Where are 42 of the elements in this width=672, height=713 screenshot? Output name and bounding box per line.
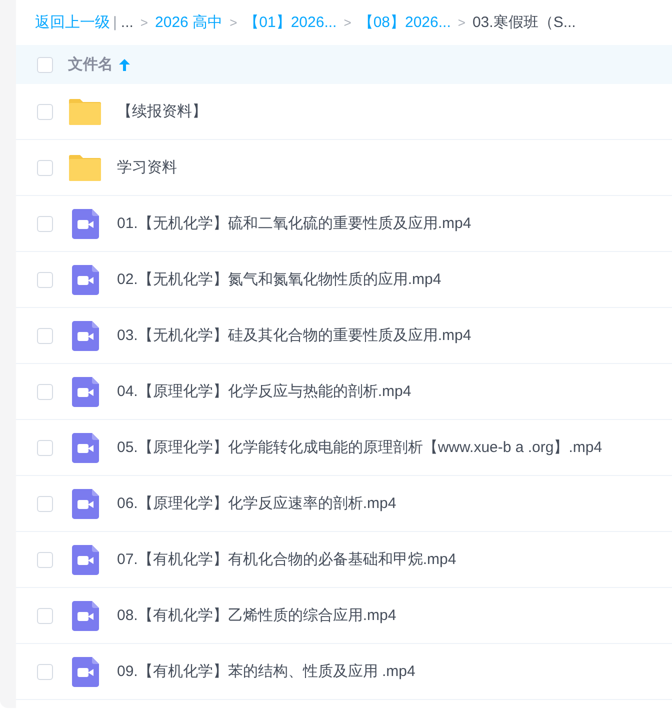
- folder-icon: [69, 154, 101, 180]
- video-file-icon: [72, 544, 98, 574]
- checkbox[interactable]: [37, 272, 53, 288]
- file-name[interactable]: 08.【有机化学】乙烯性质的综合应用.mp4: [117, 606, 396, 625]
- breadcrumb-separator: >: [458, 15, 466, 30]
- video-file-icon: [72, 488, 98, 518]
- checkbox[interactable]: [37, 552, 53, 568]
- file-name[interactable]: 03.【无机化学】硅及其化合物的重要性质及应用.mp4: [117, 326, 472, 345]
- breadcrumb-divider: |: [113, 14, 117, 31]
- current-folder[interactable]: 03.寒假班（S...: [472, 13, 576, 32]
- video-file-icon: [72, 376, 98, 406]
- checkbox[interactable]: [37, 160, 53, 176]
- file-name[interactable]: 【续报资料】: [117, 102, 207, 121]
- checkbox[interactable]: [37, 56, 53, 72]
- checkbox[interactable]: [37, 384, 53, 400]
- checkbox[interactable]: [37, 104, 53, 120]
- checkbox[interactable]: [37, 608, 53, 624]
- sort-up-arrow-icon[interactable]: [119, 58, 130, 70]
- checkbox[interactable]: [37, 496, 53, 512]
- file-name[interactable]: 01.【无机化学】硫和二氧化硫的重要性质及应用.mp4: [117, 214, 472, 233]
- file-name[interactable]: 09.【有机化学】苯的结构、性质及应用 .mp4: [117, 662, 416, 681]
- file-name[interactable]: 05.【原理化学】化学能转化成电能的原理剖析【www.xue-b a .org】.mp4: [117, 438, 602, 457]
- file-name[interactable]: 02.【无机化学】氮气和氮氧化物性质的应用.mp4: [117, 270, 442, 289]
- breadcrumb-separator: >: [344, 15, 352, 30]
- video-file-icon: [72, 600, 98, 630]
- video-file-icon: [72, 656, 98, 686]
- file-name[interactable]: 04.【原理化学】化学反应与热能的剖析.mp4: [117, 382, 412, 401]
- video-file-icon: [72, 208, 98, 238]
- checkbox[interactable]: [37, 664, 53, 680]
- breadcrumb-separator: >: [230, 15, 238, 30]
- video-file-icon: [72, 320, 98, 350]
- checkbox[interactable]: [37, 216, 53, 232]
- file-name[interactable]: 学习资料: [117, 158, 177, 177]
- checkbox[interactable]: [37, 440, 53, 456]
- folder-icon: [69, 98, 101, 124]
- video-file-icon: [72, 264, 98, 294]
- file-name[interactable]: 07.【有机化学】有机化合物的必备基础和甲烷.mp4: [117, 550, 456, 569]
- breadcrumb-ellipsis[interactable]: ...: [120, 14, 134, 31]
- file-name[interactable]: 06.【原理化学】化学反应速率的剖析.mp4: [117, 494, 396, 513]
- video-file-icon: [72, 432, 98, 462]
- breadcrumb-separator: >: [140, 15, 148, 30]
- checkbox[interactable]: [37, 328, 53, 344]
